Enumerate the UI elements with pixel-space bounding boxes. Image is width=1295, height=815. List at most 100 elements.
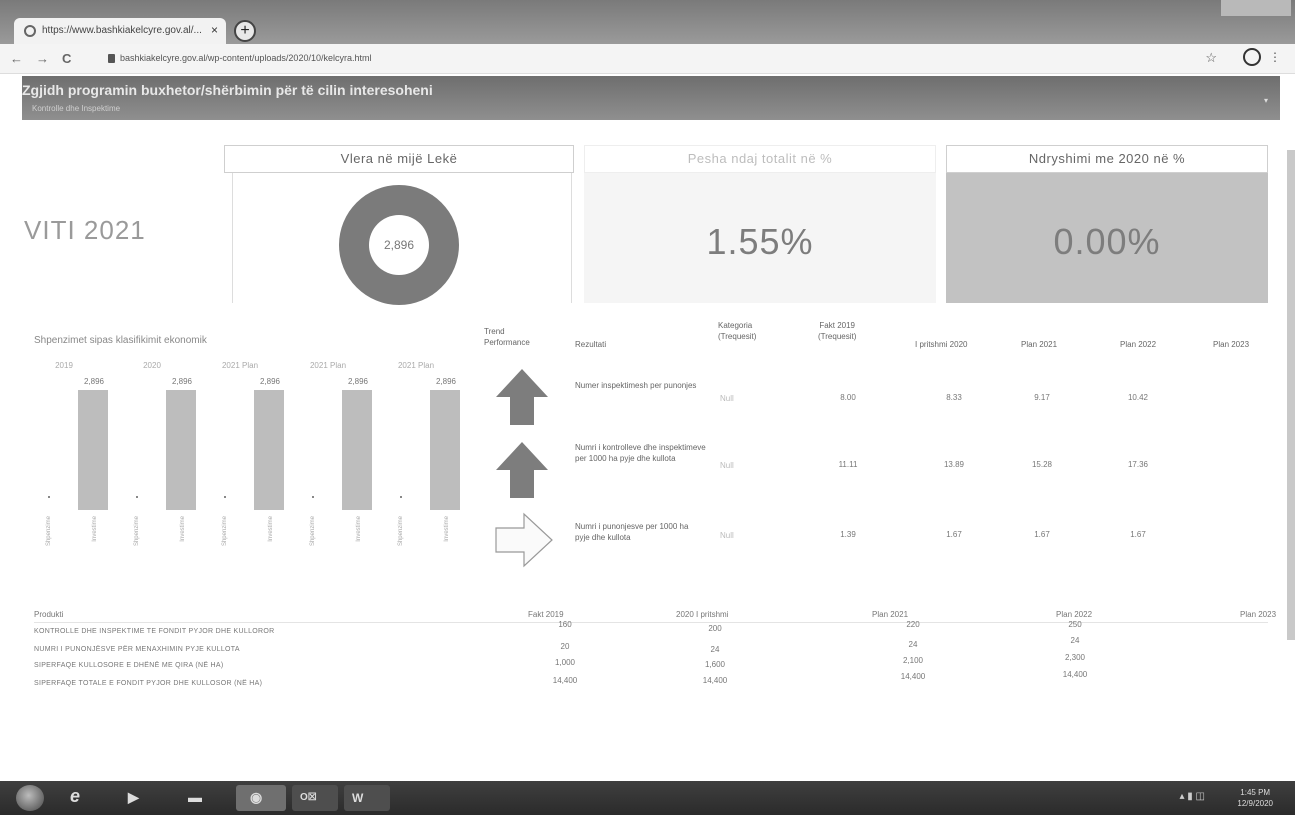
perf-header-plan2023: Plan 2023: [1213, 340, 1250, 349]
file-explorer-icon[interactable]: ▬: [180, 785, 220, 811]
product-pritshmi2020: 14,400: [702, 676, 728, 685]
chart-stub-bar: [136, 496, 138, 498]
perf-fakt2019: 8.00: [840, 393, 856, 402]
product-fakt2019: 20: [560, 642, 570, 651]
clock-time: 1:45 PM: [1240, 788, 1271, 797]
perf-pritshmi2020: 8.33: [946, 393, 962, 402]
product-label: KONTROLLE DHE INSPEKTIME TE FONDIT PYJOR…: [34, 628, 275, 635]
perf-fakt2019: 1.39: [840, 530, 856, 539]
prod-header-plan2022: Plan 2022: [1056, 610, 1093, 619]
system-tray[interactable]: ▴ ▮ ◫: [1179, 791, 1205, 802]
screen: https://www.bashkiakelcyre.gov.al/... × …: [0, 0, 1295, 815]
product-plan2021: 220: [906, 620, 920, 629]
chart-value-label: 2,896: [84, 377, 105, 386]
media-player-icon[interactable]: ▶: [120, 785, 160, 811]
perf-header-kategoria: Kategoria (Trequesit): [718, 321, 757, 341]
product-fakt2019: 14,400: [552, 676, 578, 685]
perf-pritshmi2020: 13.89: [943, 460, 965, 469]
chevron-down-icon[interactable]: ▾: [1264, 96, 1268, 105]
chart-group-label: 2021 Plan: [398, 361, 434, 370]
chart-value-label: 2,896: [348, 377, 369, 386]
prod-header-plan2021: Plan 2021: [872, 610, 909, 619]
window-controls[interactable]: [1221, 0, 1291, 16]
outlook-icon[interactable]: O☒: [292, 785, 338, 811]
perf-fakt2019: 11.11: [838, 460, 858, 469]
close-tab-icon[interactable]: ×: [211, 23, 218, 37]
chart-group-label: 2021 Plan: [222, 361, 258, 370]
product-pritshmi2020: 24: [710, 645, 720, 654]
product-plan2021: 14,400: [900, 672, 926, 681]
chart-stub-label: Shpenzime: [222, 515, 228, 546]
scrollbar[interactable]: [1287, 150, 1295, 640]
bookmark-star-icon[interactable]: ☆: [1205, 50, 1217, 66]
perf-plan2021: 15.28: [1031, 460, 1053, 469]
chart-bar: [342, 390, 372, 510]
perf-header-trend: Trend Performance: [484, 327, 530, 347]
chart-stub-bar: [312, 496, 314, 498]
perf-plan2021: 9.17: [1034, 393, 1050, 402]
perf-header-rezultati: Rezultati: [575, 340, 607, 349]
product-pritshmi2020: 1,600: [704, 660, 726, 669]
globe-icon: [24, 25, 36, 37]
chart-group-label: 2019: [55, 361, 73, 370]
perf-pritshmi2020: 1.67: [946, 530, 962, 539]
product-label: SIPERFAQE TOTALE E FONDIT PYJOR DHE KULL…: [34, 680, 263, 687]
perf-header-plan2021: Plan 2021: [1021, 340, 1058, 349]
lock-icon: [108, 54, 115, 63]
prod-header-fakt2019: Fakt 2019: [528, 610, 564, 619]
browser-tab[interactable]: https://www.bashkiakelcyre.gov.al/... ×: [14, 18, 226, 44]
menu-icon[interactable]: ⋮: [1269, 50, 1281, 64]
reload-icon[interactable]: C: [62, 51, 71, 66]
account-icon[interactable]: [1243, 48, 1261, 66]
kpi-header-change: Ndryshimi me 2020 në %: [946, 145, 1268, 173]
chrome-icon[interactable]: ◉: [236, 785, 286, 811]
chart-value-label: 2,896: [436, 377, 457, 386]
prod-header-produkti: Produkti: [34, 610, 64, 619]
chart-bar: [254, 390, 284, 510]
program-selector[interactable]: Zgjidh programin buxhetor/shërbimin për …: [22, 76, 1280, 120]
page-title: Zgjidh programin buxhetor/shërbimin për …: [22, 82, 433, 98]
perf-rezultati: Numri i kontrolleve dhe inspektimeve per…: [575, 443, 706, 463]
perf-kategoria: Null: [720, 461, 734, 470]
perf-kategoria: Null: [720, 531, 734, 540]
chart-title: Shpenzimet sipas klasifikimit ekonomik: [34, 335, 207, 346]
chart-stub-label: Shpenzime: [46, 515, 52, 546]
kpi-header-weight: Pesha ndaj totalit në %: [584, 145, 936, 173]
arrow-up-icon: [496, 442, 548, 498]
kpi-panel-weight: 1.55%: [584, 173, 936, 303]
perf-header-fakt2019: Fakt 2019 (Trequesit): [818, 321, 857, 341]
url-field[interactable]: bashkiakelcyre.gov.al/wp-content/uploads…: [120, 53, 371, 63]
perf-plan2022: 17.36: [1127, 460, 1149, 469]
address-bar: ← → C bashkiakelcyre.gov.al/wp-content/u…: [0, 44, 1295, 74]
perf-rezultati: Numri i punonjesve per 1000 ha pyje dhe …: [575, 522, 689, 542]
value-donut: 2,896: [339, 185, 459, 305]
chart-value-label: 2,896: [172, 377, 193, 386]
chart-bar-label: Investime: [356, 515, 362, 541]
product-plan2021: 2,100: [902, 656, 924, 665]
perf-header-plan2022: Plan 2022: [1120, 340, 1157, 349]
ie-icon[interactable]: e: [62, 785, 102, 811]
chart-bar-label: Investime: [92, 515, 98, 541]
selected-program: Kontrolle dhe Inspektime: [32, 104, 121, 113]
word-icon[interactable]: W: [344, 785, 390, 811]
product-fakt2019: 1,000: [554, 658, 576, 667]
product-label: SIPERFAQE KULLOSORE E DHËNË ME QIRA (NË …: [34, 662, 224, 669]
clock[interactable]: 1:45 PM 12/9/2020: [1237, 787, 1273, 809]
perf-header-pritshmi2020: I pritshmi 2020: [915, 340, 968, 349]
clock-date: 12/9/2020: [1237, 799, 1273, 808]
chart-group-label: 2021 Plan: [310, 361, 346, 370]
product-plan2022: 2,300: [1064, 653, 1086, 662]
new-tab-button[interactable]: +: [234, 20, 256, 42]
start-button[interactable]: [16, 785, 44, 811]
chart-bar: [166, 390, 196, 510]
change-value: 0.00%: [1053, 221, 1161, 262]
chart-stub-label: Shpenzime: [134, 515, 140, 546]
prod-header-plan2023: Plan 2023: [1240, 610, 1277, 619]
chart-stub-bar: [400, 496, 402, 498]
arrow-up-icon: [496, 369, 548, 425]
product-label: NUMRI I PUNONJËSVE PËR MENAXHIMIN PYJE K…: [34, 646, 240, 653]
perf-plan2022: 1.67: [1130, 530, 1146, 539]
forward-icon[interactable]: →: [36, 51, 49, 66]
back-icon[interactable]: ←: [10, 51, 23, 66]
product-plan2022: 14,400: [1062, 670, 1088, 679]
